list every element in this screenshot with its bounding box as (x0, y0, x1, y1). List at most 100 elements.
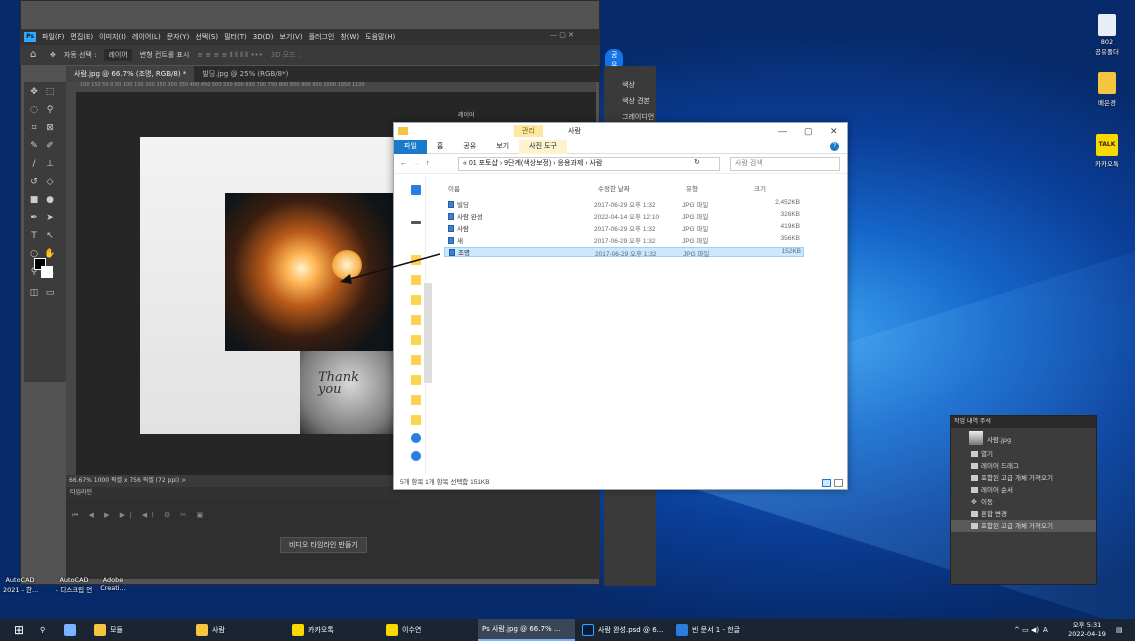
color-panel-tab[interactable]: 색상 (622, 80, 635, 90)
kakaotalk-icon[interactable]: TALK (1096, 134, 1118, 156)
desktop-icon-label[interactable]: AutoCAD 2021 - 한... (3, 576, 38, 594)
folder-icon[interactable] (411, 315, 421, 325)
move-tool-icon[interactable]: ✥ (50, 51, 56, 59)
menu-plugins[interactable]: 플러그인 (309, 32, 335, 42)
ribbon-home[interactable]: 홈 (427, 140, 453, 154)
menu-select[interactable]: 선택(S) (195, 32, 218, 42)
desktop-icon-label[interactable]: Adobe Creati... (96, 576, 130, 592)
ribbon-file[interactable]: 파일 (394, 139, 427, 154)
system-tray[interactable]: ^ ▭ ◀) A (1010, 619, 1052, 641)
ribbon-view[interactable]: 보기 (486, 140, 519, 154)
history-item[interactable]: 레이어 순서 (951, 484, 1096, 496)
folder-icon[interactable] (1098, 72, 1116, 94)
network-icon[interactable] (411, 451, 421, 461)
file-row[interactable]: 사람 2017-06-29 오후 1:32 JPG 파일 419KB (444, 223, 804, 233)
taskbar-item-photoshop[interactable]: Ps 사람.jpg @ 66.7% ... (478, 619, 575, 641)
history-item[interactable]: ✥ 이동 (951, 496, 1096, 508)
menu-filter[interactable]: 필터(T) (224, 32, 247, 42)
column-type[interactable]: 유형 (686, 183, 698, 193)
history-item[interactable]: 열기 (951, 448, 1096, 460)
healing-brush-icon[interactable]: ✐ (44, 140, 56, 152)
folder-icon[interactable] (411, 415, 421, 425)
path-select-icon[interactable]: ➤ (44, 212, 56, 224)
column-date[interactable]: 수정한 날짜 (598, 183, 630, 193)
home-icon[interactable]: ⌂ (30, 49, 36, 60)
history-item-selected[interactable]: 포함된 고급 개체 가져오기 (951, 520, 1096, 532)
file-row[interactable]: 사람 완성 2022-04-14 오후 12:10 JPG 파일 326KB (444, 211, 804, 221)
history-brush-icon[interactable]: ↺ (28, 176, 40, 188)
create-video-timeline-button[interactable]: 비디오 타임라인 만들기 (280, 537, 367, 553)
refresh-icon[interactable]: ↻ (694, 158, 700, 166)
menu-edit[interactable]: 편집(E) (70, 32, 93, 42)
desktop-icon-label[interactable]: AutoCAD - 디스크립 언 (52, 576, 96, 594)
pen-tool-icon[interactable]: ✒ (28, 212, 40, 224)
network-icon[interactable] (411, 433, 421, 443)
eraser-icon[interactable]: ◇ (44, 176, 56, 188)
menu-image[interactable]: 이미지(I) (99, 32, 126, 42)
direct-select-icon[interactable]: ↖ (44, 230, 56, 242)
brush-tool-icon[interactable]: ∕ (28, 158, 40, 170)
search-icon[interactable]: ⚲ (36, 619, 49, 641)
frame-tool-icon[interactable]: ⊠ (44, 122, 56, 134)
menu-type[interactable]: 문자(Y) (167, 32, 190, 42)
search-input[interactable]: 사람 검색 (730, 157, 840, 171)
clock[interactable]: 오후 5:31 2022-04-19 (1068, 621, 1106, 639)
window-controls[interactable]: — ▢ ✕ (550, 31, 574, 39)
ribbon-picture-tools[interactable]: 사진 도구 (519, 139, 567, 154)
file-row[interactable]: 빌딩 2017-06-29 오후 1:32 JPG 파일 2,452KB (444, 199, 804, 209)
screen-mode-icon[interactable]: ▭ (44, 287, 56, 299)
eyedropper-icon[interactable]: ✎ (28, 140, 40, 152)
menu-3d[interactable]: 3D(D) (253, 33, 274, 41)
minimize-button[interactable]: — (778, 126, 787, 136)
stamp-tool-icon[interactable]: ⊥ (44, 158, 56, 170)
large-icons-view-icon[interactable] (834, 479, 843, 487)
file-row-selected[interactable]: 조명 2017-06-29 오후 1:32 JPG 파일 152KB (444, 247, 804, 258)
folder-icon[interactable] (411, 375, 421, 385)
type-tool-icon[interactable]: T (28, 230, 40, 242)
maximize-button[interactable]: ▢ (804, 126, 813, 137)
folder-icon[interactable] (411, 395, 421, 405)
crop-tool-icon[interactable]: ⌗ (28, 122, 40, 134)
doc-tab-person[interactable]: 사람.jpg @ 66.7% (조명, RGB/8) * (66, 66, 195, 82)
menu-help[interactable]: 도움말(H) (365, 32, 395, 42)
history-tabs[interactable]: 작업 내역 주석 (951, 416, 1096, 428)
gradient-tool-icon[interactable]: ■ (28, 194, 40, 206)
up-arrow-icon[interactable]: ↑ (426, 160, 430, 167)
layer-select[interactable]: 레이어 (104, 49, 132, 61)
history-item[interactable]: 레이어 드래그 (951, 460, 1096, 472)
quick-mask-icon[interactable]: ◫ (28, 287, 40, 299)
details-view-icon[interactable] (822, 479, 831, 487)
transform-controls-checkbox[interactable]: 변형 컨트롤 표시 (140, 50, 190, 60)
start-button[interactable]: ⊞ (10, 619, 28, 641)
shared-folder-icon[interactable] (1098, 14, 1116, 36)
forward-arrow-icon[interactable]: → (413, 160, 420, 167)
back-arrow-icon[interactable]: ← (400, 160, 407, 167)
notification-icon[interactable]: ▤ (1112, 619, 1127, 641)
task-view-icon[interactable] (60, 619, 80, 641)
background-color[interactable] (41, 266, 53, 278)
swatches-panel-tab[interactable]: 색상 견본 (622, 96, 650, 106)
history-snapshot[interactable]: 사람.jpg (951, 428, 1096, 448)
close-button[interactable]: ✕ (830, 126, 838, 137)
folder-icon[interactable] (411, 355, 421, 365)
taskbar-item-hwp[interactable]: 빈 문서 1 - 한글 (672, 619, 744, 641)
timeline-controls[interactable]: ⏮ ◀ ▶ ▶| ◀) ⚙ ✂ ▣ (72, 511, 207, 520)
taskbar-item-chat[interactable]: 이수연 (382, 619, 425, 641)
menu-view[interactable]: 보기(V) (279, 32, 302, 42)
menu-layer[interactable]: 레이어(L) (132, 32, 161, 42)
address-bar[interactable]: « 01 포토샵 › 9단계(색상보정) › 응용과제 › 사람 (458, 157, 720, 171)
doc-tab-building[interactable]: 빌딩.jpg @ 25% (RGB/8*) (194, 66, 296, 82)
taskbar-item-person-folder[interactable]: 사람 (192, 619, 229, 641)
column-size[interactable]: 크기 (754, 183, 766, 193)
ribbon-share[interactable]: 공유 (453, 140, 486, 154)
menu-window[interactable]: 창(W) (340, 32, 359, 42)
help-icon[interactable]: ? (830, 142, 839, 151)
taskbar-item-kakaotalk[interactable]: 카카오톡 (288, 619, 338, 641)
menu-file[interactable]: 파일(F) (42, 32, 64, 42)
ime-indicator[interactable]: A (1043, 626, 1048, 634)
blur-tool-icon[interactable]: ● (44, 194, 56, 206)
manage-tab[interactable]: 관리 (514, 125, 543, 137)
drive-icon[interactable] (411, 221, 421, 224)
quick-access-icon[interactable] (411, 185, 421, 195)
auto-select-label[interactable]: 자동 선택 : (64, 50, 97, 60)
